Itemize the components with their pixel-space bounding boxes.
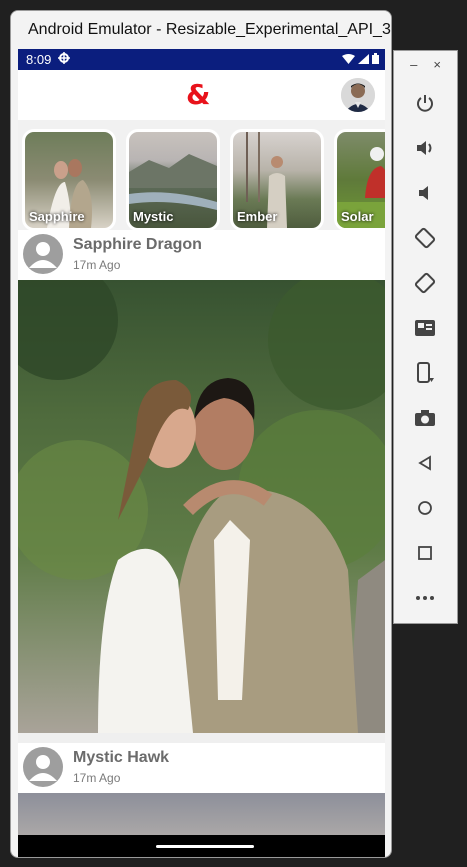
home-icon[interactable] bbox=[409, 492, 441, 524]
post-time: 17m Ago bbox=[73, 258, 121, 272]
story-label: Mystic bbox=[133, 209, 174, 224]
power-icon[interactable] bbox=[409, 87, 441, 119]
post-author[interactable]: Sapphire Dragon bbox=[73, 236, 202, 254]
post-time: 17m Ago bbox=[73, 771, 121, 785]
screenshot-icon[interactable] bbox=[409, 312, 441, 344]
user-avatar-icon[interactable] bbox=[23, 234, 63, 274]
stories-row[interactable]: Sapphire Mystic Ember Solar bbox=[18, 120, 385, 230]
app-bar: & bbox=[18, 70, 385, 120]
post-header: Sapphire Dragon 17m Ago bbox=[18, 230, 385, 280]
settings-icon bbox=[58, 52, 71, 67]
story-sapphire[interactable]: Sapphire bbox=[22, 129, 116, 230]
camera-icon[interactable] bbox=[409, 402, 441, 434]
story-label: Ember bbox=[237, 209, 278, 224]
device-screen[interactable]: 8:09 & Sapphire Mystic Ember Solar Sapph… bbox=[18, 49, 385, 857]
profile-avatar[interactable] bbox=[341, 78, 375, 112]
fold-icon[interactable] bbox=[409, 357, 441, 389]
post-image[interactable] bbox=[18, 280, 385, 733]
story-mystic[interactable]: Mystic bbox=[126, 129, 220, 230]
status-bar: 8:09 bbox=[18, 49, 385, 70]
navigation-bar bbox=[18, 835, 385, 857]
home-gesture-handle[interactable] bbox=[156, 845, 254, 848]
story-label: Sapphire bbox=[29, 209, 85, 224]
story-solar[interactable]: Solar bbox=[334, 129, 385, 230]
status-time: 8:09 bbox=[26, 52, 52, 67]
battery-icon bbox=[372, 52, 379, 67]
close-button[interactable]: × bbox=[433, 57, 441, 72]
rotate-right-icon[interactable] bbox=[409, 267, 441, 299]
user-avatar-icon[interactable] bbox=[23, 747, 63, 787]
emulator-side-panel: – × bbox=[393, 50, 458, 624]
window-title: Android Emulator - Resizable_Experimenta… bbox=[11, 11, 391, 49]
story-ember[interactable]: Ember bbox=[230, 129, 324, 230]
post-header: Mystic Hawk 17m Ago bbox=[18, 743, 385, 793]
rotate-left-icon[interactable] bbox=[409, 222, 441, 254]
volume-down-icon[interactable] bbox=[409, 177, 441, 209]
volume-up-icon[interactable] bbox=[409, 132, 441, 164]
story-label: Solar bbox=[341, 209, 374, 224]
post-author[interactable]: Mystic Hawk bbox=[73, 749, 169, 767]
signal-icon bbox=[358, 52, 369, 67]
emulator-window: Android Emulator - Resizable_Experimenta… bbox=[10, 10, 392, 858]
back-icon[interactable] bbox=[409, 447, 441, 479]
post-separator bbox=[18, 733, 385, 743]
overview-icon[interactable] bbox=[409, 537, 441, 569]
wifi-icon bbox=[342, 52, 355, 67]
minimize-button[interactable]: – bbox=[410, 57, 417, 72]
more-icon[interactable] bbox=[409, 582, 441, 614]
app-logo: & bbox=[186, 78, 211, 111]
